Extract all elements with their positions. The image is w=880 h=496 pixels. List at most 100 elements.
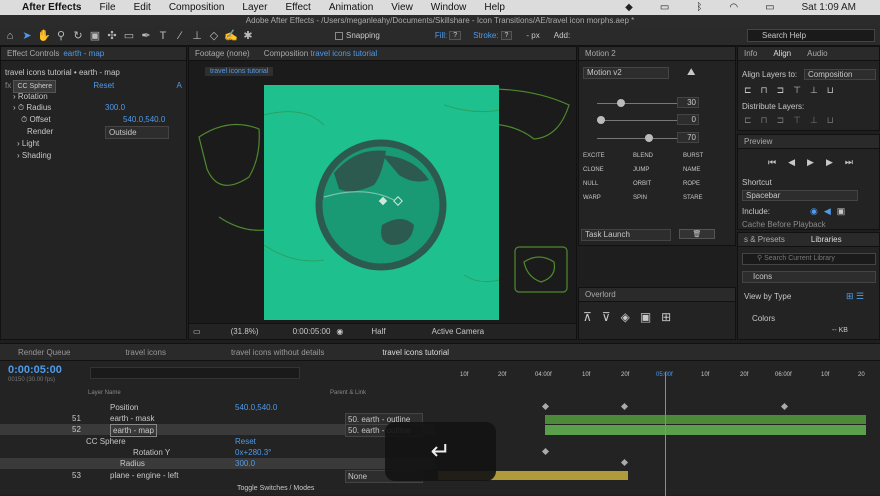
- prop-rotation[interactable]: › Rotation: [13, 91, 48, 102]
- menu-window[interactable]: Window: [431, 2, 467, 13]
- layer-row-53[interactable]: 53 plane - engine - left None: [0, 470, 435, 483]
- tab-libraries[interactable]: Libraries: [811, 235, 842, 244]
- fill-swatch[interactable]: ?: [449, 31, 462, 40]
- tab-render-queue[interactable]: Render Queue: [18, 348, 70, 357]
- effect-controls-tab[interactable]: Effect Controls earth - map: [1, 47, 186, 61]
- timeline-search[interactable]: [90, 367, 300, 379]
- hand-tool-icon[interactable]: ✋: [37, 29, 51, 43]
- motion-tab[interactable]: Motion 2: [579, 47, 735, 61]
- dropbox-icon[interactable]: ◆: [625, 2, 633, 13]
- overlord-tab[interactable]: Overlord: [579, 288, 735, 302]
- track-earth-mask[interactable]: [545, 415, 866, 424]
- next-frame-icon[interactable]: ▶: [826, 157, 833, 168]
- prev-frame-icon[interactable]: ◀: [788, 157, 795, 168]
- keyframe[interactable]: [780, 402, 789, 411]
- overlord-image-icon[interactable]: ▣: [640, 310, 651, 324]
- tab-audio[interactable]: Audio: [807, 49, 827, 58]
- menu-help[interactable]: Help: [484, 2, 505, 13]
- tab-align[interactable]: Align: [773, 49, 791, 58]
- name-button[interactable]: NAME: [683, 167, 733, 173]
- zoom-tool-icon[interactable]: ⚲: [54, 29, 68, 43]
- overlord-pull-icon[interactable]: ⊽: [602, 310, 611, 324]
- excite-button[interactable]: EXCITE: [583, 153, 633, 159]
- timecode[interactable]: 0:00:05:00: [293, 327, 331, 336]
- roto-brush-icon[interactable]: ✍: [224, 29, 238, 43]
- jump-button[interactable]: JUMP: [633, 167, 683, 173]
- search-help[interactable]: Search Help: [747, 29, 875, 42]
- camera-dropdown[interactable]: Active Camera: [432, 327, 484, 336]
- align-icons[interactable]: ⊏⊓⊐⊤⊥⊔: [744, 85, 843, 96]
- brush-tool-icon[interactable]: ∕: [173, 29, 187, 43]
- zoom-value[interactable]: (31.8%): [231, 327, 259, 336]
- library-dropdown[interactable]: Icons: [742, 271, 876, 283]
- time-ruler[interactable]: 10f 20f 04:00f 10f 20f 05:00f 10f 20f 06…: [438, 372, 870, 386]
- bluetooth-icon[interactable]: ᛒ: [696, 2, 702, 13]
- menu-file[interactable]: File: [99, 2, 115, 13]
- airplay-icon[interactable]: ▭: [660, 2, 669, 13]
- rectangle-tool-icon[interactable]: ▭: [122, 29, 136, 43]
- prop-radius[interactable]: › ⏱ Radius 300.0: [13, 102, 183, 113]
- tab-footage[interactable]: Footage (none): [195, 49, 250, 58]
- tab-info[interactable]: Info: [744, 49, 757, 58]
- wifi-icon[interactable]: ◠: [729, 2, 738, 13]
- layer-row-cc-sphere[interactable]: CC Sphere Reset: [0, 436, 435, 447]
- spin-button[interactable]: SPIN: [633, 195, 683, 201]
- include-overlays-icon[interactable]: ▣: [837, 206, 846, 217]
- puppet-pin-icon[interactable]: ✱: [241, 29, 255, 43]
- burst-button[interactable]: BURST: [683, 153, 733, 159]
- rope-button[interactable]: ROPE: [683, 181, 733, 187]
- stroke-swatch[interactable]: ?: [500, 31, 513, 40]
- rotate-tool-icon[interactable]: ↻: [71, 29, 85, 43]
- blend-button[interactable]: BLEND: [633, 153, 683, 159]
- layer-row-51[interactable]: 51 earth - mask 50. earth - outline: [0, 413, 435, 426]
- menu-view[interactable]: View: [391, 2, 413, 13]
- add-label[interactable]: Add:: [554, 31, 570, 40]
- tab-travel-icons[interactable]: travel icons: [125, 348, 165, 357]
- timeline-timecode[interactable]: 0:00:05:00: [8, 364, 62, 376]
- snapshot-icon[interactable]: ◉: [336, 327, 343, 336]
- clock-text[interactable]: Sat 1:09 AM: [802, 2, 856, 13]
- menu-layer[interactable]: Layer: [242, 2, 267, 13]
- cache-checkbox[interactable]: Cache Before Playback: [742, 219, 826, 230]
- layer-row-rotation-y[interactable]: Rotation Y 0x+280.3°: [0, 447, 435, 458]
- last-frame-icon[interactable]: ⏭: [845, 157, 853, 168]
- stare-button[interactable]: STARE: [683, 195, 733, 201]
- track-earth-map[interactable]: [545, 425, 866, 435]
- prop-offset[interactable]: ⏱ Offset 540.0,540.0: [21, 114, 191, 125]
- tab-travel-icons-without-details[interactable]: travel icons without details: [231, 348, 324, 357]
- snapping-checkbox[interactable]: [335, 31, 343, 40]
- overlord-push-icon[interactable]: ⊼: [583, 310, 592, 324]
- colors-section[interactable]: Colors: [752, 313, 775, 324]
- pan-behind-icon[interactable]: ✣: [105, 29, 119, 43]
- layer-row-52[interactable]: 52 earth - map 50. earth - outline: [0, 424, 435, 437]
- pen-tool-icon[interactable]: ✒: [139, 29, 153, 43]
- resolution-dropdown[interactable]: Half: [371, 327, 385, 336]
- keyframe[interactable]: [620, 402, 629, 411]
- motion-version-dropdown[interactable]: Motion v2: [583, 67, 669, 79]
- layer-row-position[interactable]: Position 540.0,540.0: [0, 402, 435, 413]
- keyframe[interactable]: [620, 458, 629, 467]
- first-frame-icon[interactable]: ⏮: [768, 157, 776, 168]
- prop-shading[interactable]: › Shading: [17, 150, 51, 161]
- monitor-icon[interactable]: ▭: [193, 327, 201, 336]
- preview-tab[interactable]: Preview: [738, 135, 879, 149]
- type-tool-icon[interactable]: T: [156, 29, 170, 43]
- view-by-type[interactable]: View by Type: [744, 291, 791, 302]
- prop-render[interactable]: Render Outside: [27, 126, 177, 139]
- play-icon[interactable]: ▶: [807, 157, 814, 168]
- clone-button[interactable]: CLONE: [583, 167, 633, 173]
- menu-edit[interactable]: Edit: [134, 2, 151, 13]
- shortcut-dropdown[interactable]: Spacebar: [742, 190, 858, 201]
- layer-row-radius[interactable]: Radius 300.0: [0, 458, 435, 469]
- prop-light[interactable]: › Light: [17, 138, 39, 149]
- eraser-icon[interactable]: ◇: [207, 29, 221, 43]
- clone-stamp-icon[interactable]: ⊥: [190, 29, 204, 43]
- toggle-switches[interactable]: Toggle Switches / Modes: [237, 485, 314, 492]
- include-video-icon[interactable]: ◉: [810, 206, 818, 217]
- selection-tool-icon[interactable]: ➤: [20, 29, 34, 43]
- warp-button[interactable]: WARP: [583, 195, 633, 201]
- task-launch-dropdown[interactable]: Task Launch: [581, 229, 671, 241]
- distribute-icons[interactable]: ⊏⊓⊐⊤⊥⊔: [744, 115, 843, 126]
- keyframe[interactable]: [541, 447, 550, 456]
- align-to-dropdown[interactable]: Composition: [804, 69, 876, 80]
